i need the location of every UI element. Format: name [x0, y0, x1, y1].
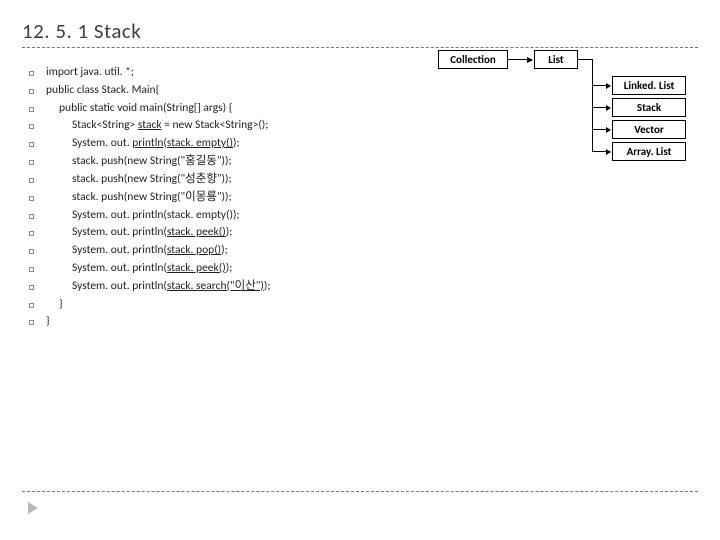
class-diagram: Collection List Linked. List Stack Vecto…: [414, 48, 704, 178]
diagram-box-vector: Vector: [612, 120, 686, 139]
divider: [22, 491, 698, 492]
connector-line: [592, 59, 593, 152]
arrow-icon: [592, 85, 610, 86]
code-line: System. out. println(stack. pop());: [22, 242, 698, 260]
page-title: 12. 5. 1 Stack: [22, 18, 698, 48]
code-line: System. out. println(stack. peek());: [22, 260, 698, 278]
code-line: System. out. println(stack. empty());: [22, 207, 698, 225]
code-line: System. out. println(stack. search("이산")…: [22, 278, 698, 296]
connector-line: [578, 59, 592, 60]
diagram-box-linkedlist: Linked. List: [612, 76, 686, 95]
arrow-icon: [592, 107, 610, 108]
arrow-icon: [592, 129, 610, 130]
diagram-box-list: List: [534, 50, 578, 69]
content-area: import java. util. *; public class Stack…: [22, 48, 698, 331]
code-line: System. out. println(stack. peek());: [22, 224, 698, 242]
diagram-box-arraylist: Array. List: [612, 142, 686, 161]
diagram-box-stack: Stack: [612, 98, 686, 117]
play-icon: [28, 502, 38, 514]
code-line: }: [22, 296, 698, 314]
code-line: stack. push(new String("이몽룡"));: [22, 189, 698, 207]
slide: 12. 5. 1 Stack import java. util. *; pub…: [0, 0, 720, 540]
arrow-icon: [592, 151, 610, 152]
diagram-box-collection: Collection: [438, 50, 508, 69]
arrow-icon: [508, 59, 532, 60]
code-line: }: [22, 313, 698, 331]
